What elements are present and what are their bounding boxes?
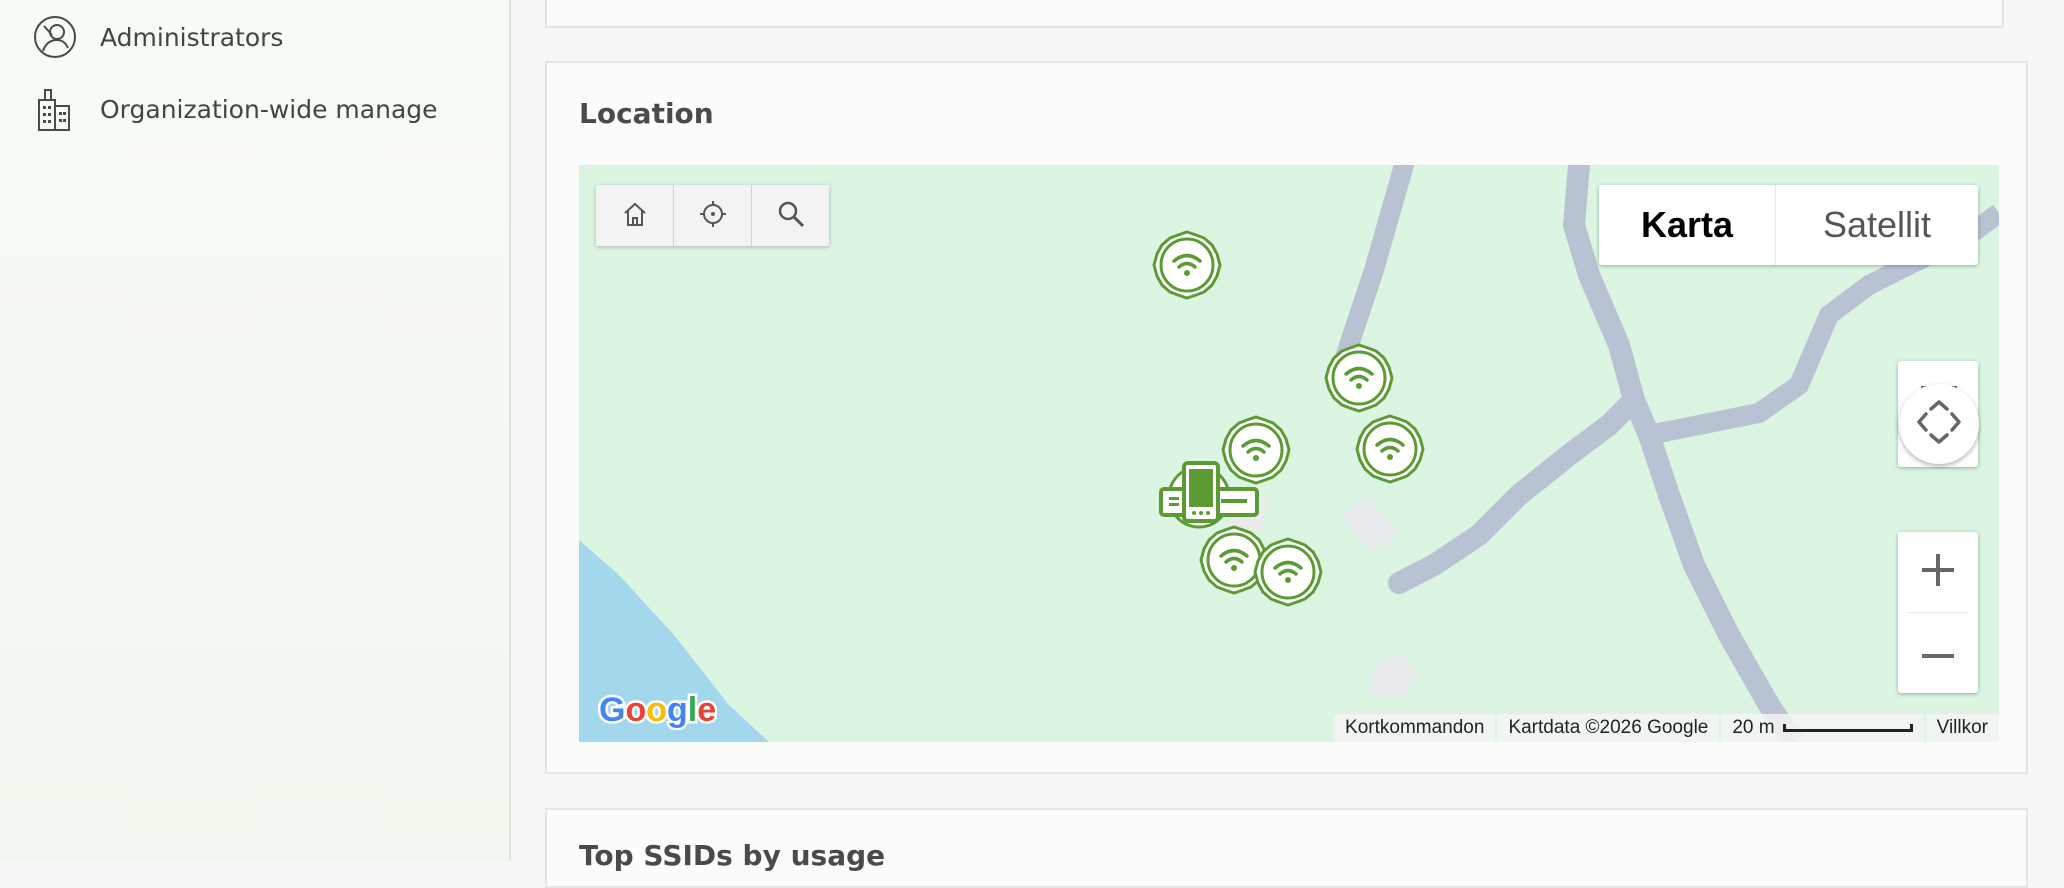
minus-icon xyxy=(1920,644,1956,663)
top-ssids-title: Top SSIDs by usage xyxy=(579,839,886,872)
zoom-in-button[interactable] xyxy=(1898,532,1978,612)
map-attribution: Kortkommandon Kartdata ©2026 Google 20 m… xyxy=(1332,714,1999,742)
location-title: Location xyxy=(579,97,714,130)
sidebar-item-administrators[interactable]: Administrators xyxy=(30,7,283,67)
sidebar-item-organization-wide-manage[interactable]: Organization-wide manage xyxy=(30,79,438,139)
location-map[interactable]: Karta Satellit Google Kortkommandon Kart… xyxy=(579,165,1999,742)
zoom-control xyxy=(1898,532,1978,693)
map-toolbar xyxy=(596,185,829,246)
locate-button[interactable] xyxy=(674,185,752,246)
crosshair-icon xyxy=(698,199,728,233)
building-icon xyxy=(30,84,80,134)
move-arrows-icon xyxy=(1916,399,1962,449)
search-icon xyxy=(776,199,806,233)
sidebar-item-label: Administrators xyxy=(100,22,284,52)
svg-text:Google: Google xyxy=(599,691,716,729)
map-type-map[interactable]: Karta xyxy=(1599,185,1776,265)
sidebar-item-label: Organization-wide manage xyxy=(100,94,438,124)
plus-icon xyxy=(1920,552,1956,592)
search-button[interactable] xyxy=(752,185,829,246)
previous-card xyxy=(545,0,2004,28)
top-ssids-card: Top SSIDs by usage xyxy=(545,808,2028,888)
map-data-credit: Kartdata ©2026 Google xyxy=(1497,714,1720,742)
switch-device-icon xyxy=(1159,461,1259,539)
wifi-icon xyxy=(1253,537,1323,611)
access-point-marker[interactable] xyxy=(1355,414,1425,484)
zoom-out-button[interactable] xyxy=(1898,613,1978,693)
sidebar: Administrators Organization-wide manage xyxy=(0,0,511,861)
main-content: Location Karta Satellit Google Kortkomma… xyxy=(545,0,2031,888)
location-card: Location Karta Satellit Google Kortkomma… xyxy=(545,61,2028,774)
pan-control[interactable] xyxy=(1899,384,1979,464)
admin-user-icon xyxy=(30,12,80,62)
map-type-control: Karta Satellit xyxy=(1599,185,1978,265)
terms-link[interactable]: Villkor xyxy=(1925,714,1999,742)
wifi-icon xyxy=(1355,414,1425,488)
map-scale[interactable]: 20 m xyxy=(1721,714,1924,742)
home-icon xyxy=(621,200,649,232)
google-logo-mark: Google xyxy=(597,689,719,732)
wifi-icon xyxy=(1152,230,1222,304)
scale-bar xyxy=(1782,723,1913,732)
map-type-satellite[interactable]: Satellit xyxy=(1776,185,1978,265)
device-cluster-marker[interactable] xyxy=(1159,455,1259,535)
google-logo: Google xyxy=(597,689,719,734)
scale-label: 20 m xyxy=(1732,717,1775,738)
access-point-marker[interactable] xyxy=(1152,230,1222,300)
access-point-marker[interactable] xyxy=(1324,343,1394,413)
access-point-marker[interactable] xyxy=(1253,537,1323,607)
keyboard-shortcuts-link[interactable]: Kortkommandon xyxy=(1334,714,1496,742)
home-button[interactable] xyxy=(596,185,674,246)
